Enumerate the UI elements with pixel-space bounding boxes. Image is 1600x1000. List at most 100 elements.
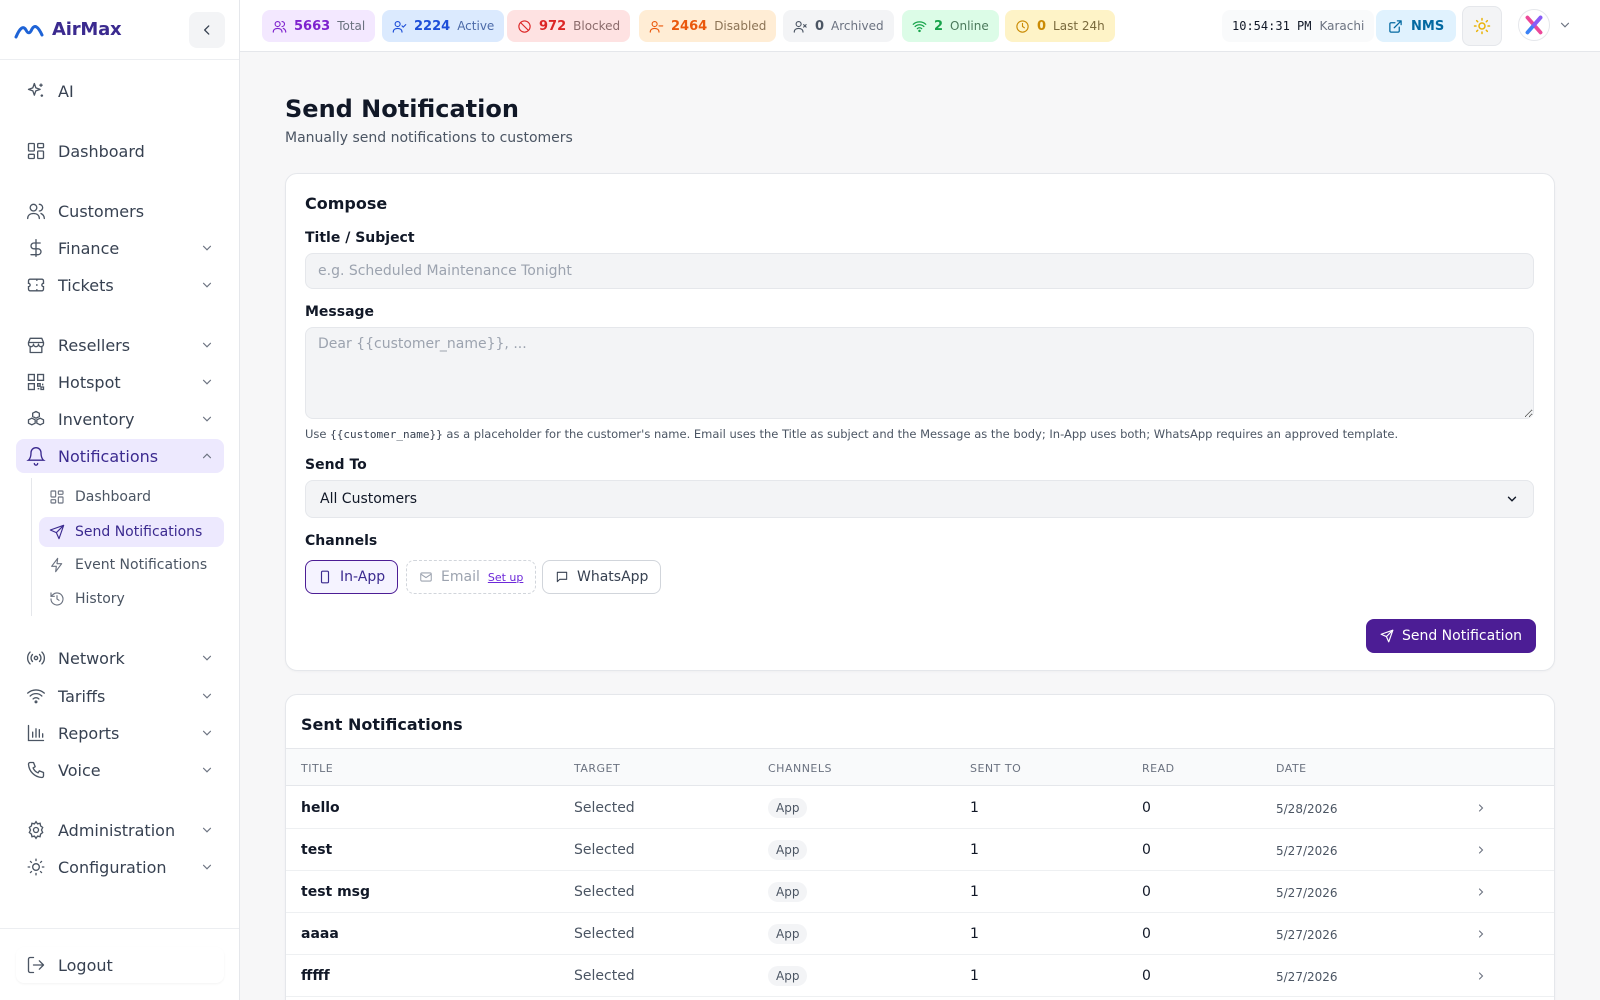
sidebar-item-network[interactable]: Network — [16, 641, 224, 675]
hint-code: {{customer_name}} — [330, 428, 443, 441]
table-row[interactable]: test Selected App 1 0 5/27/2026 — [286, 829, 1554, 871]
sidebar-item-ai[interactable]: AI — [16, 74, 224, 108]
nms-label: NMS — [1411, 18, 1445, 34]
stat-label: Blocked — [573, 19, 621, 33]
sidebar-item-notifications[interactable]: Notifications — [16, 439, 224, 473]
sidebar-item-label: Voice — [58, 760, 101, 780]
avatar — [1518, 9, 1550, 41]
stat-active-chip[interactable]: 2224 Active — [382, 10, 505, 42]
stat-label: Online — [950, 19, 989, 33]
channel-whatsapp-toggle[interactable]: WhatsApp — [542, 560, 662, 594]
store-icon — [27, 337, 45, 354]
table-row[interactable]: aaaa Selected App 1 0 5/27/2026 — [286, 913, 1554, 955]
message-textarea[interactable] — [305, 327, 1534, 419]
sidebar-subitem-event-notifications[interactable]: Event Notifications — [39, 550, 224, 580]
sidebar-item-tariffs[interactable]: Tariffs — [16, 679, 224, 713]
brand-name: AirMax — [52, 19, 122, 40]
sidebar-subitem-history[interactable]: History — [39, 584, 224, 614]
cell-title: hello — [301, 800, 340, 816]
sidebar-item-voice[interactable]: Voice — [16, 753, 224, 787]
theme-toggle-button[interactable] — [1462, 6, 1502, 46]
send-notification-button[interactable]: Send Notification — [1366, 619, 1536, 653]
chevron-right-icon — [1478, 930, 1484, 938]
column-header: TITLE — [301, 762, 334, 775]
sidebar-subitem-label: History — [75, 591, 125, 607]
user-menu[interactable] — [1518, 9, 1572, 41]
sidebar-item-reports[interactable]: Reports — [16, 716, 224, 750]
column-header: DATE — [1276, 762, 1307, 775]
sidebar-item-customers[interactable]: Customers — [16, 194, 224, 228]
sidebar-item-configuration[interactable]: Configuration — [16, 850, 224, 884]
sidebar-item-dashboard[interactable]: Dashboard — [16, 134, 224, 168]
nms-button[interactable]: NMS — [1376, 10, 1457, 42]
radio-icon — [26, 651, 46, 665]
column-header: READ — [1142, 762, 1175, 775]
user-check-icon — [392, 20, 407, 33]
channel-inapp-toggle[interactable]: In-App — [305, 560, 399, 594]
channel-badge: App — [768, 840, 808, 860]
sidebar-item-finance[interactable]: Finance — [16, 231, 224, 265]
cell-title: aaaa — [301, 926, 339, 942]
title-label: Title / Subject — [305, 230, 415, 246]
send-to-select[interactable]: All Customers — [305, 480, 1534, 518]
sidebar-item-label: Tariffs — [58, 686, 106, 706]
sidebar-item-tickets[interactable]: Tickets — [16, 268, 224, 302]
sidebar-item-label: Finance — [58, 238, 120, 258]
cell-title: fffff — [301, 968, 330, 984]
stat-blocked-chip[interactable]: 972 Blocked — [507, 10, 631, 42]
dashboard-icon — [50, 490, 64, 504]
stat-online-chip[interactable]: 2 Online — [902, 10, 999, 42]
channel-label: WhatsApp — [577, 569, 649, 585]
sidebar-item-resellers[interactable]: Resellers — [16, 328, 224, 362]
title-input[interactable] — [305, 253, 1534, 289]
sidebar-item-hotspot[interactable]: Hotspot — [16, 365, 224, 399]
stat-value: 2 — [934, 18, 944, 34]
chevron-down-icon — [202, 827, 212, 833]
cell-title: test msg — [301, 884, 371, 900]
cell-target: Selected — [574, 926, 635, 942]
sidebar-item-label: Administration — [58, 820, 176, 840]
sidebar-item-label: Customers — [58, 201, 145, 221]
send-button-label: Send Notification — [1401, 628, 1523, 644]
boxes-icon — [27, 410, 45, 426]
sidebar-subitem-notif-dashboard[interactable]: Dashboard — [39, 482, 224, 512]
users-icon — [27, 203, 45, 220]
sidebar-item-inventory[interactable]: Inventory — [16, 402, 224, 436]
stat-total-chip[interactable]: 5663 Total — [262, 10, 376, 42]
mail-icon — [420, 572, 432, 582]
sent-notifications-card: Sent Notifications TITLE TARGET CHANNELS… — [285, 694, 1555, 1000]
send-to-value: All Customers — [320, 491, 418, 507]
table-row[interactable]: test msg Selected App 1 0 5/27/2026 — [286, 871, 1554, 913]
sidebar-item-label: Hotspot — [58, 372, 121, 392]
stat-disabled-chip[interactable]: 2464 Disabled — [639, 10, 777, 42]
send-icon — [49, 524, 65, 540]
cell-read: 0 — [1142, 800, 1151, 816]
stat-archived-chip[interactable]: 0 Archived — [783, 10, 894, 42]
page-subtitle: Manually send notifications to customers — [285, 130, 573, 146]
sidebar-subitem-send-notifications[interactable]: Send Notifications — [39, 517, 224, 547]
chevron-down-icon — [202, 730, 212, 736]
channels-label: Channels — [305, 533, 378, 549]
email-setup-link[interactable]: Set up — [488, 571, 524, 584]
sidebar-item-label: AI — [58, 81, 74, 101]
clock-timezone: Karachi — [1319, 19, 1365, 33]
table-row[interactable]: fffff Selected App 1 0 5/27/2026 — [286, 955, 1554, 997]
chevron-up-icon — [202, 453, 212, 459]
cell-date: 5/27/2026 — [1276, 844, 1338, 858]
ban-icon — [518, 19, 531, 33]
collapse-sidebar-button[interactable] — [189, 12, 225, 48]
cell-read: 0 — [1142, 842, 1151, 858]
users-icon — [272, 20, 287, 33]
logout-label: Logout — [58, 955, 113, 975]
logout-button[interactable]: Logout — [16, 947, 224, 983]
channel-email-toggle[interactable]: Email Set up — [406, 560, 537, 594]
submenu-guide-line — [31, 478, 32, 616]
table-row[interactable]: hello Selected App 1 0 5/28/2026 — [286, 787, 1554, 829]
smartphone-icon — [320, 570, 330, 584]
sidebar-item-label: Dashboard — [58, 141, 145, 161]
stat-last24h-chip[interactable]: 0 Last 24h — [1005, 10, 1115, 42]
sidebar-item-administration[interactable]: Administration — [16, 813, 224, 847]
chevron-down-icon — [202, 416, 212, 422]
chevron-down-icon — [1560, 22, 1570, 28]
sidebar: AirMax AI Dashboard Customers Finance Ti… — [0, 0, 240, 1000]
